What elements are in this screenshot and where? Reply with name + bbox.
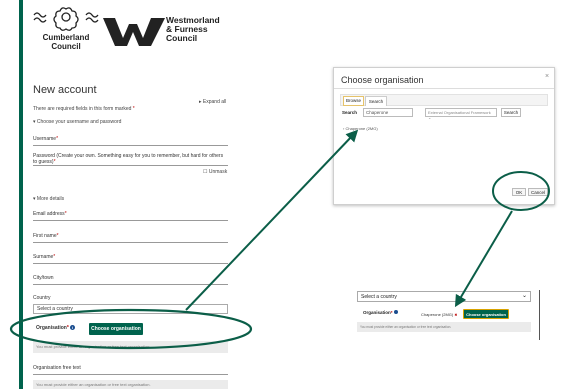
annotation-overlay — [9, 129, 550, 350]
highlight-ellipse-organisation — [9, 308, 253, 350]
arrow-to-inset — [454, 210, 513, 308]
highlight-ellipse-dialog-buttons — [492, 171, 550, 211]
arrow-to-dialog — [185, 129, 359, 311]
